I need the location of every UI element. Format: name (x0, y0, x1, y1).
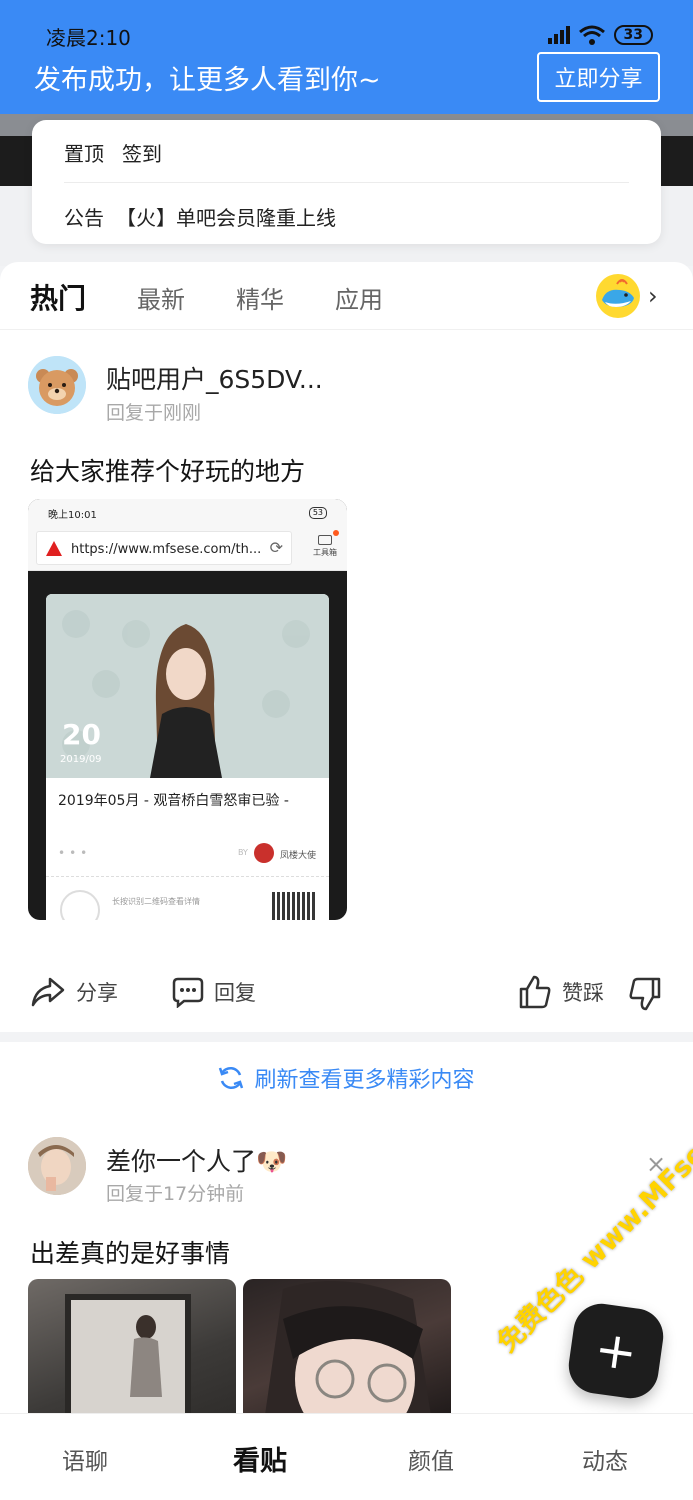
notification-dot (333, 530, 339, 536)
feed-tabs: 热门 最新 精华 应用 › (0, 262, 693, 330)
toolbox-icon: 工具箱 (311, 533, 339, 558)
section-separator (0, 1032, 693, 1042)
shot-divider (46, 876, 329, 877)
banner-message: 发布成功，让更多人看到你~ (34, 65, 381, 96)
new-post-button[interactable]: + (565, 1300, 667, 1402)
shot-status-bar: 晚上10:01 53 (28, 499, 347, 527)
like-button[interactable]: 赞踩 (518, 974, 604, 1010)
post-image[interactable]: 晚上10:01 53 https://www.mfsese.com/th... … (28, 499, 347, 920)
nav-looks[interactable]: 颜值 (408, 1442, 454, 1476)
battery-indicator: 33 (613, 25, 653, 45)
shot-url-box: https://www.mfsese.com/th... ⟳ (36, 531, 292, 565)
status-icons: 33 (547, 22, 653, 48)
thumbs-down-icon (629, 977, 661, 1011)
shot-caption: 2019年05月 - 观音桥白雪怒审已验 - (58, 793, 289, 809)
post-author[interactable]: 贴吧用户_6S5DV... (106, 360, 323, 396)
reload-icon: ⟳ (269, 538, 283, 557)
reply-button[interactable]: 回复 (172, 976, 256, 1008)
avatar[interactable] (28, 1137, 86, 1195)
nav-posts[interactable]: 看贴 (233, 1439, 287, 1478)
post-author[interactable]: 差你一个人了🐶 (106, 1142, 287, 1178)
post-meta: 回复于17分钟前 (106, 1183, 245, 1205)
bottom-nav: 语聊 看贴 颜值 动态 (0, 1413, 693, 1500)
share-label: 分享 (76, 981, 118, 1005)
dislike-button[interactable] (628, 976, 662, 1012)
announcement-text: 【火】单吧会员隆重上线 (116, 206, 336, 230)
reply-label: 回复 (214, 981, 256, 1005)
signal-icon (547, 26, 570, 44)
avatar[interactable] (28, 356, 86, 414)
shot-toolbox-label: 工具箱 (313, 548, 337, 557)
share-icon (31, 977, 65, 1007)
refresh-label: 刷新查看更多精彩内容 (254, 1068, 475, 1093)
shot-photo: 20 2019/09 (46, 594, 329, 778)
warning-icon (46, 541, 62, 556)
post-image[interactable] (243, 1279, 451, 1429)
shot-time: 晚上10:01 (48, 510, 97, 521)
announcement-label: 公告 (64, 206, 104, 230)
post-title[interactable]: 给大家推荐个好玩的地方 (30, 452, 305, 488)
notice-card: 置顶 签到 公告 【火】单吧会员隆重上线 (32, 120, 661, 244)
shot-url: https://www.mfsese.com/th... (71, 542, 262, 557)
success-banner: 凌晨2:10 33 发布成功，让更多人看到你~ 立即分享 (0, 0, 693, 114)
shot-more-dots: ••• (58, 846, 92, 860)
shot-url-bar: https://www.mfsese.com/th... ⟳ 工具箱 (28, 527, 347, 571)
tab-hot[interactable]: 热门 (30, 277, 86, 317)
notice-divider (64, 182, 629, 183)
whale-icon[interactable] (596, 274, 640, 318)
tab-apps[interactable]: 应用 (335, 280, 383, 315)
tab-latest[interactable]: 最新 (137, 280, 185, 315)
shot-footer: 长按识别二维码查看详情 (112, 897, 200, 906)
tab-featured[interactable]: 精华 (236, 280, 284, 315)
post-title[interactable]: 出差真的是好事情 (30, 1234, 230, 1270)
shot-by: BY (238, 848, 248, 857)
fingerprint-icon (60, 890, 100, 920)
status-time: 凌晨2:10 (46, 26, 131, 50)
qr-code-icon (272, 892, 316, 920)
shot-author-avatar (254, 843, 274, 863)
post-actions: 分享 回复 赞踩 (0, 962, 693, 1024)
shot-date-sub: 2019/09 (60, 754, 102, 765)
refresh-button[interactable]: 刷新查看更多精彩内容 (0, 1062, 693, 1094)
like-dislike-label: 赞踩 (562, 981, 604, 1005)
refresh-icon (219, 1066, 244, 1090)
post-image[interactable] (28, 1279, 236, 1429)
comment-icon (172, 977, 204, 1008)
shot-battery: 53 (308, 507, 327, 519)
nav-voice-chat[interactable]: 语聊 (62, 1442, 108, 1476)
wifi-icon (578, 25, 605, 45)
post-meta: 回复于刚刚 (106, 402, 202, 424)
pin-link[interactable]: 置顶 (64, 138, 104, 167)
notice-actions: 置顶 签到 (64, 138, 162, 167)
share-button[interactable]: 分享 (30, 976, 118, 1008)
checkin-link[interactable]: 签到 (122, 138, 162, 167)
chevron-right-icon[interactable]: › (648, 282, 658, 310)
shot-author: 凤楼大使 (280, 851, 317, 861)
share-now-button[interactable]: 立即分享 (537, 52, 660, 102)
nav-activity[interactable]: 动态 (582, 1442, 628, 1476)
announcement-row[interactable]: 公告 【火】单吧会员隆重上线 (64, 202, 336, 231)
shot-date-day: 20 (62, 718, 101, 751)
shot-card: 20 2019/09 2019年05月 - 观音桥白雪怒审已验 - ••• BY… (46, 594, 329, 920)
thumbs-up-icon (519, 975, 551, 1009)
